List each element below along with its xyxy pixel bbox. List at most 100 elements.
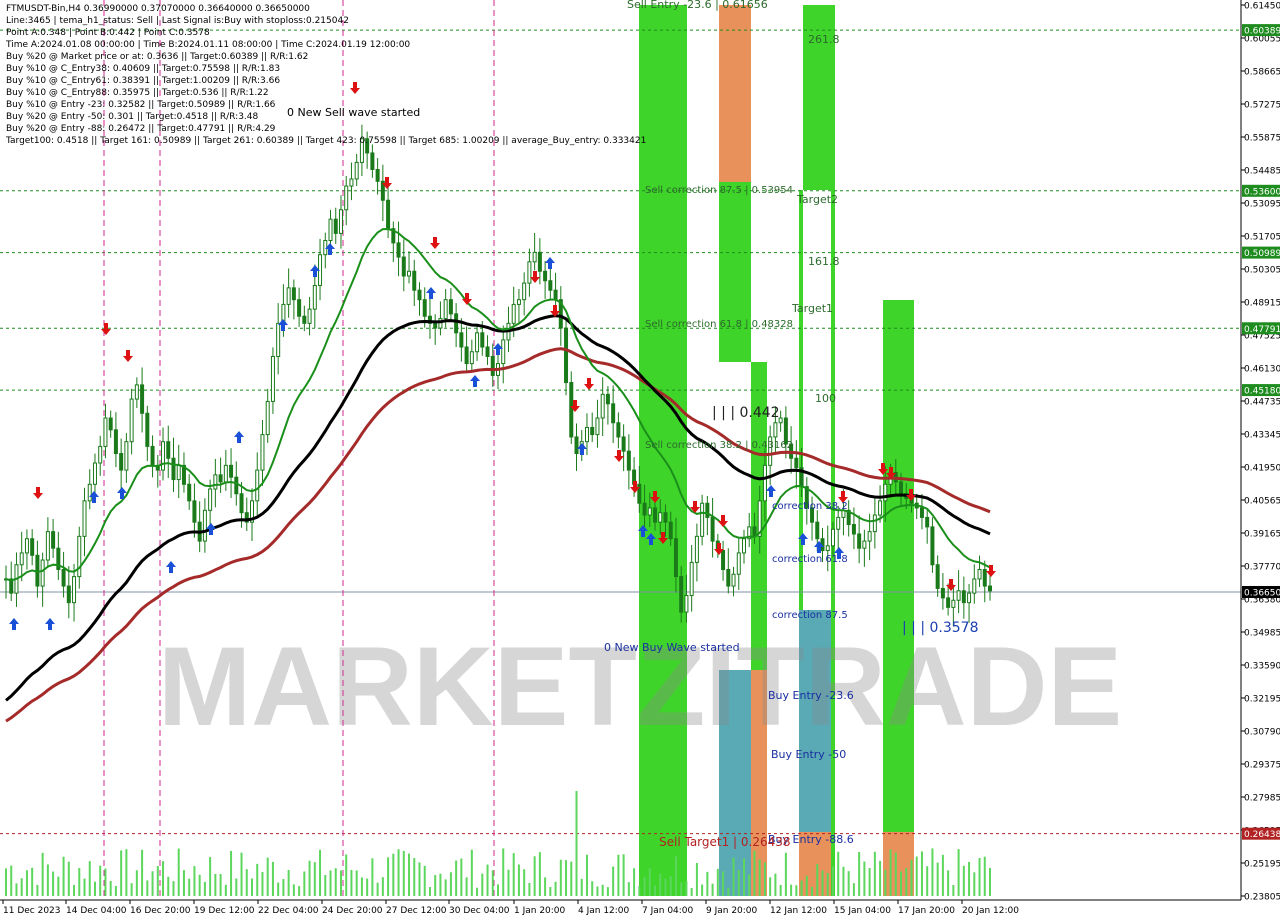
candle-body [475, 332, 480, 353]
candle-body [553, 289, 558, 301]
sell-target1-label: Sell Target1 | 0.26438 [659, 835, 791, 849]
candle-body [762, 464, 767, 502]
candle-body [134, 384, 139, 400]
volume-bar [497, 884, 499, 896]
info-line: Buy %10 @ Entry -23: 0.32582 || Target:0… [6, 100, 276, 110]
volume-bar [57, 876, 60, 896]
candle-body [234, 476, 239, 495]
candle-body [600, 393, 605, 419]
time-tick-label: 12 Jan 12:00 [770, 906, 827, 916]
volume-bar [203, 881, 206, 896]
candle-body [417, 289, 422, 301]
price-tick-label: 0.48915 [1244, 299, 1280, 309]
time-tick-label: 1 Jan 20:00 [514, 906, 566, 916]
volume-bar [627, 882, 630, 896]
volume-bar [277, 882, 280, 896]
volume-bar [585, 854, 588, 896]
candle-body [480, 332, 485, 348]
candle-body [312, 284, 317, 310]
volume-bar [983, 856, 986, 896]
volume-bar [884, 869, 887, 896]
candle-body [967, 592, 972, 604]
level-tag-label: 0.60389 [1244, 27, 1280, 37]
candle-body [166, 441, 171, 459]
candle-body [108, 417, 113, 431]
candle-body [501, 339, 506, 365]
time-tick-label: 20 Jan 12:00 [962, 906, 1019, 916]
volume-bar [476, 887, 479, 896]
candle-body [401, 256, 406, 277]
volume-bar [256, 863, 259, 896]
volume-bar [847, 871, 850, 896]
candle-body [543, 270, 548, 282]
candle-body [605, 393, 610, 405]
candle-body [307, 308, 312, 324]
candle-body [574, 436, 579, 455]
candle-body [721, 550, 726, 570]
volume-bar [816, 863, 819, 896]
buy-entry-50-label: Buy Entry -50 [771, 748, 846, 761]
time-tick-label: 17 Jan 20:00 [898, 906, 955, 916]
candle-body [925, 516, 930, 528]
candle-body [302, 315, 307, 324]
candle-body [443, 299, 448, 320]
volume-bar [355, 870, 358, 896]
volume-bar [523, 869, 526, 896]
candle-body [851, 524, 856, 535]
time-tick-label: 14 Dec 04:00 [66, 906, 127, 916]
candle-body [564, 327, 569, 384]
volume-bar [481, 873, 484, 896]
volume-bar [533, 856, 536, 896]
candle-body [694, 535, 699, 563]
volume-bar [758, 859, 761, 896]
volume-bar [743, 858, 745, 896]
volume-bar [947, 870, 950, 896]
candle-body [673, 538, 678, 578]
candle-body [239, 493, 244, 514]
volume-bar [905, 868, 908, 896]
volume-bar [915, 856, 918, 896]
price-tick-label: 0.32195 [1244, 695, 1280, 705]
candle-body [45, 531, 50, 561]
volume-bar [575, 791, 578, 896]
volume-bar [826, 872, 829, 896]
volume-bar [528, 882, 531, 896]
candle-body [705, 502, 710, 518]
candle-body [700, 502, 705, 537]
sell-correction-875: Sell correction 87.5 | 0.53954 [645, 185, 793, 196]
volume-bar [910, 859, 913, 896]
candle-body [689, 561, 694, 597]
candle-body [878, 500, 883, 516]
volume-bar [648, 868, 651, 896]
candle-body [98, 445, 103, 464]
volume-bar [727, 887, 730, 896]
candle-body [731, 573, 736, 587]
volume-bar [219, 873, 222, 896]
price-tick-label: 0.44735 [1244, 398, 1280, 408]
candle-body [124, 441, 129, 471]
volume-bar [831, 866, 834, 896]
info-line: Line:3465 | tema_h1_status: Sell | Last … [6, 16, 349, 26]
volume-bar [455, 860, 458, 896]
candle-body [595, 417, 600, 436]
candle-body [825, 545, 830, 552]
fib-1618-label: 161.8 [808, 255, 840, 268]
price-tick-label: 0.39165 [1244, 530, 1280, 540]
info-line: Target100: 0.4518 || Target 161: 0.50989… [6, 136, 647, 146]
volume-bar [214, 873, 217, 896]
volume-bar [936, 862, 939, 896]
candle-body [977, 568, 982, 580]
volume-bar [638, 885, 641, 896]
candle-body [349, 178, 354, 187]
volume-bar [397, 849, 400, 896]
volume-bar [989, 867, 991, 896]
candle-body [202, 509, 207, 542]
candle-body [516, 299, 521, 305]
candle-body [433, 322, 438, 329]
volume-bar [428, 887, 431, 896]
time-tick-label: 11 Dec 2023 [3, 906, 61, 916]
volume-bar [376, 882, 379, 896]
volume-bar [308, 860, 311, 896]
candle-body [438, 318, 443, 329]
price-tick-label: 0.40565 [1244, 497, 1280, 507]
